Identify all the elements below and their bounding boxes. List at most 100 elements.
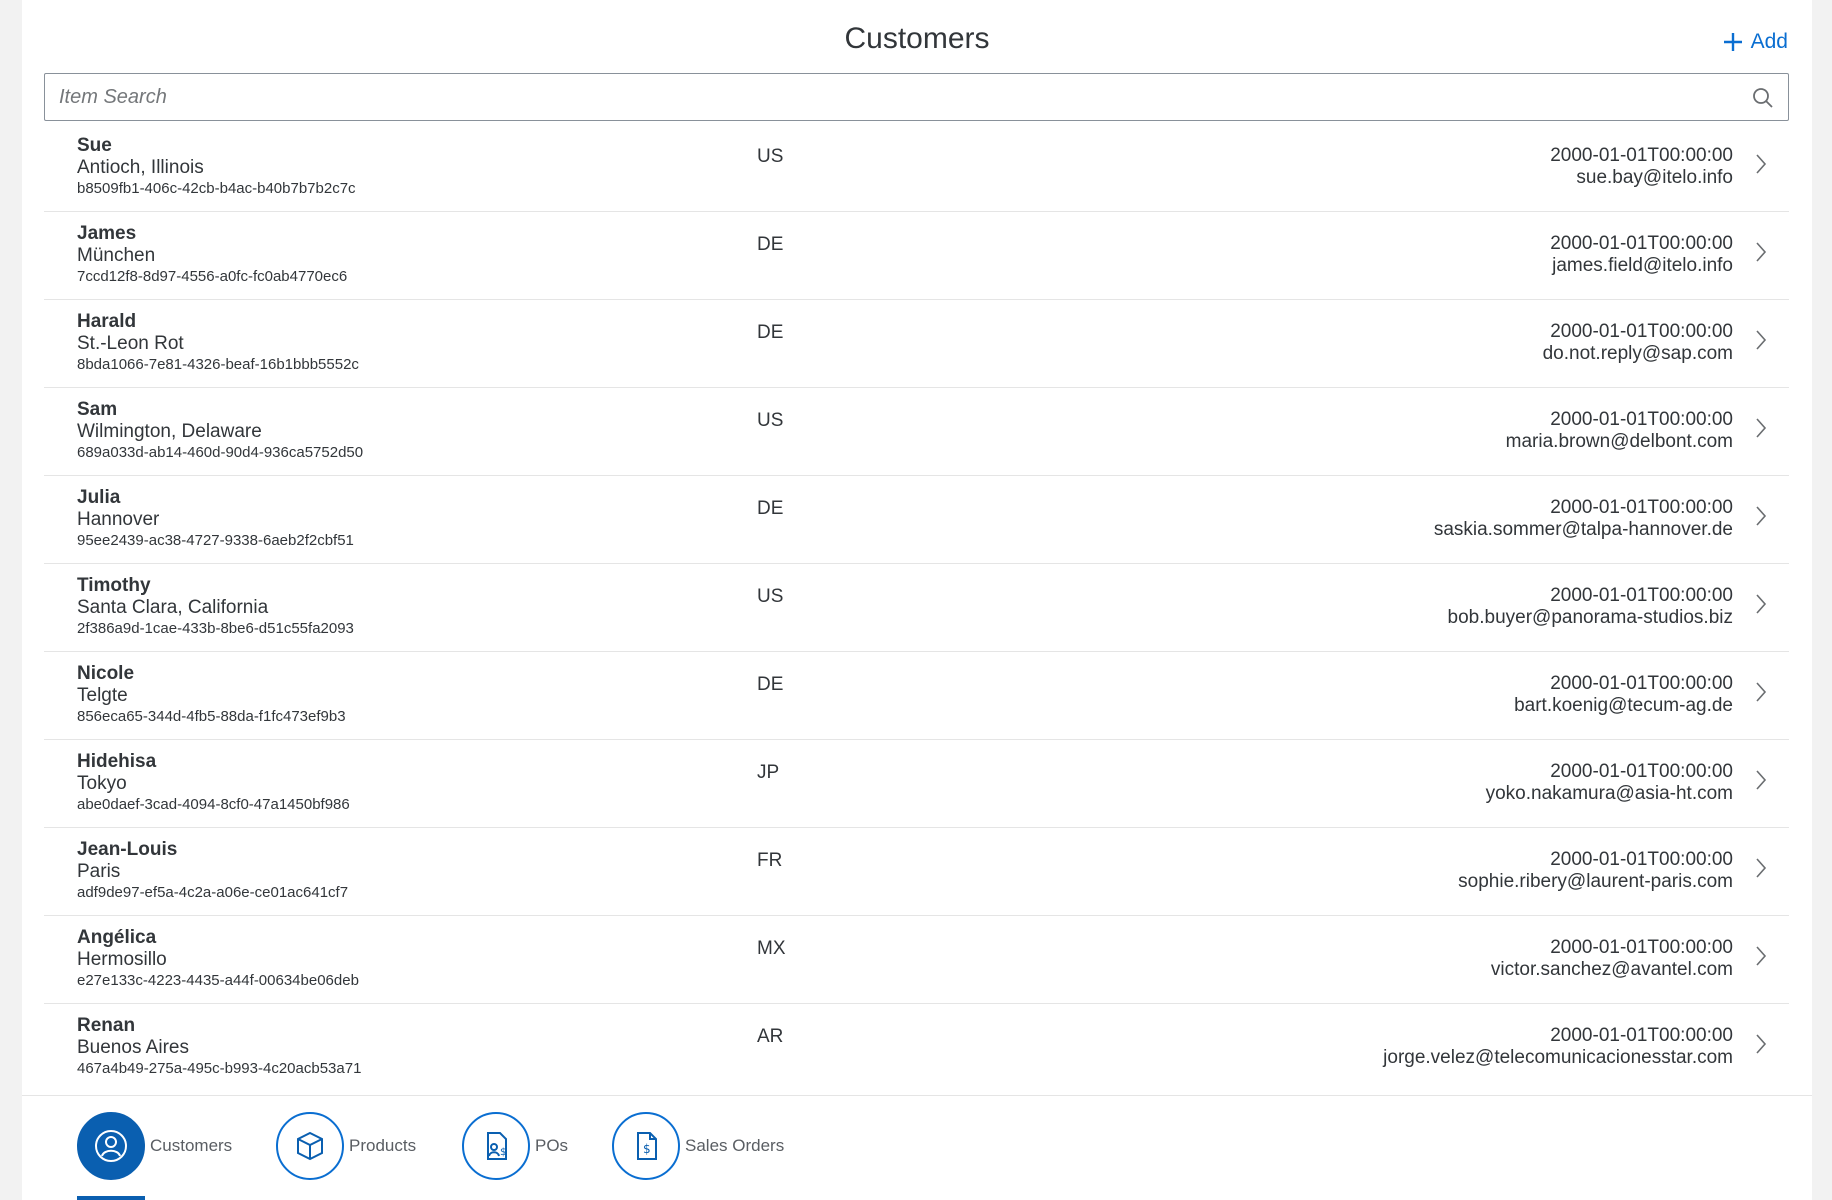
customer-country: DE (757, 674, 784, 695)
customer-date: 2000-01-01T00:00:00 (1550, 233, 1733, 254)
customer-email: bob.buyer@panorama-studios.biz (1447, 607, 1733, 628)
customer-date: 2000-01-01T00:00:00 (1550, 497, 1733, 518)
customer-name: Harald (77, 311, 137, 332)
tab-products[interactable]: Products (276, 1112, 416, 1180)
tab-label: Customers (150, 1136, 233, 1155)
customer-country: US (757, 586, 784, 607)
customer-date: 2000-01-01T00:00:00 (1550, 673, 1733, 694)
customer-date: 2000-01-01T00:00:00 (1550, 409, 1733, 430)
customer-name: Timothy (77, 575, 151, 596)
customer-email: sophie.ribery@laurent-paris.com (1458, 871, 1733, 892)
customer-id: 8bda1066-7e81-4326-beaf-16b1bbb5552c (77, 356, 359, 373)
customer-city: Antioch, Illinois (77, 157, 204, 178)
customer-email: saskia.sommer@talpa-hannover.de (1433, 519, 1733, 540)
customer-name: Julia (77, 487, 121, 508)
list-item[interactable]: Timothy Santa Clara, California 2f386a9d-1… (44, 564, 1789, 652)
list-item[interactable]: Harald St.-Leon Rot 8bda1066-7e81-4326-bea… (44, 300, 1789, 388)
sales-order-icon: $ (612, 1112, 680, 1180)
customer-country: MX (757, 938, 786, 959)
chevron-right-icon (1756, 418, 1767, 438)
customer-date: 2000-01-01T00:00:00 (1550, 849, 1733, 870)
customer-id: 7ccd12f8-8d97-4556-a0fc-fc0ab4770ec6 (77, 268, 348, 285)
active-tab-indicator (77, 1196, 145, 1200)
add-button[interactable]: Add (1723, 30, 1788, 54)
customer-date: 2000-01-01T00:00:00 (1550, 937, 1733, 958)
tab-sales-orders[interactable]: $ Sales Orders (612, 1112, 784, 1180)
customer-name: Jean-Louis (77, 839, 178, 860)
chevron-right-icon (1756, 858, 1767, 878)
customer-email: jorge.velez@telecomunicacionesstar.com (1383, 1047, 1733, 1068)
add-button-label: Add (1750, 30, 1788, 53)
list-item[interactable]: Sue Antioch, Illinois b8509fb1-406c-42cb-b… (44, 124, 1789, 212)
customer-country: AR (757, 1026, 784, 1047)
bottom-tab-bar: Customers Products $ POs $ Sales Orders (22, 1096, 1812, 1200)
customer-name: Nicole (77, 663, 135, 684)
svg-text:$: $ (500, 1147, 506, 1158)
chevron-right-icon (1756, 594, 1767, 614)
customer-id: b8509fb1-406c-42cb-b4ac-b40b7b7b2c7c (77, 180, 356, 197)
customer-email: maria.brown@delbont.com (1505, 431, 1733, 452)
customer-city: Santa Clara, California (77, 597, 269, 618)
customer-id: adf9de97-ef5a-4c2a-a06e-ce01ac641cf7 (77, 884, 349, 901)
list-item[interactable]: Angélica Hermosillo e27e133c-4223-4435-a44… (44, 916, 1789, 1004)
chevron-right-icon (1756, 946, 1767, 966)
tab-customers[interactable]: Customers (77, 1112, 232, 1180)
customer-city: München (77, 245, 156, 266)
tab-pos[interactable]: $ POs (462, 1112, 568, 1180)
list-item[interactable]: Julia Hannover 95ee2439-ac38-4727-9338-6ae… (44, 476, 1789, 564)
search-field[interactable] (44, 73, 1789, 121)
customer-country: DE (757, 322, 784, 343)
customer-name: Sam (77, 399, 118, 420)
customer-country: US (757, 410, 784, 431)
search-input[interactable] (45, 74, 1733, 120)
svg-text:$: $ (643, 1142, 651, 1156)
tab-label: Sales Orders (685, 1136, 785, 1155)
customer-city: Paris (77, 861, 121, 882)
list-item[interactable]: Hidehisa Tokyo abe0daef-3cad-4094-8cf0-47a… (44, 740, 1789, 828)
customer-id: 467a4b49-275a-495c-b993-4c20acb53a71 (77, 1060, 362, 1074)
chevron-right-icon (1756, 1034, 1767, 1054)
chevron-right-icon (1756, 242, 1767, 262)
customer-id: e27e133c-4223-4435-a44f-00634be06deb (77, 972, 359, 989)
customer-city: Hannover (77, 509, 160, 530)
customer-city: Wilmington, Delaware (77, 421, 262, 442)
customer-city: Hermosillo (77, 949, 167, 970)
chevron-right-icon (1756, 770, 1767, 790)
customer-email: yoko.nakamura@asia-ht.com (1485, 783, 1733, 804)
customer-country: FR (757, 850, 783, 871)
list-item[interactable]: Nicole Telgte 856eca65-344d-4fb5-88da-f1fc… (44, 652, 1789, 740)
list-item[interactable]: Sam Wilmington, Delaware 689a033d-ab14-460… (44, 388, 1789, 476)
customer-date: 2000-01-01T00:00:00 (1550, 321, 1733, 342)
customer-name: James (77, 223, 137, 244)
customer-name: Renan (77, 1015, 136, 1036)
page-title: Customers (844, 22, 990, 55)
customer-email: bart.koenig@tecum-ag.de (1514, 695, 1733, 716)
customer-icon (77, 1112, 145, 1180)
customer-country: DE (757, 498, 784, 519)
customer-name: Angélica (77, 927, 157, 948)
customer-country: US (757, 146, 784, 167)
list-item[interactable]: James München 7ccd12f8-8d97-4556-a0fc-fc0a… (44, 212, 1789, 300)
customer-id: 689a033d-ab14-460d-90d4-936ca5752d50 (77, 444, 364, 461)
customer-id: abe0daef-3cad-4094-8cf0-47a1450bf986 (77, 796, 350, 813)
customer-country: JP (757, 762, 780, 783)
customer-date: 2000-01-01T00:00:00 (1550, 1025, 1733, 1046)
list-item[interactable]: Renan Buenos Aires 467a4b49-275a-495c-b993… (44, 1004, 1789, 1074)
customer-email: victor.sanchez@avantel.com (1490, 959, 1733, 980)
tab-label: POs (535, 1136, 569, 1155)
search-icon[interactable] (1752, 87, 1774, 109)
customer-list: Sue Antioch, Illinois b8509fb1-406c-42cb-b… (44, 124, 1789, 1074)
customer-email: james.field@itelo.info (1552, 255, 1733, 276)
list-item[interactable]: Jean-Louis Paris adf9de97-ef5a-4c2a-a06e-c… (44, 828, 1789, 916)
chevron-right-icon (1756, 506, 1767, 526)
customer-country: DE (757, 234, 784, 255)
chevron-right-icon (1756, 154, 1767, 174)
customer-email: sue.bay@itelo.info (1576, 167, 1733, 188)
customer-id: 856eca65-344d-4fb5-88da-f1fc473ef9b3 (77, 708, 346, 725)
customer-id: 95ee2439-ac38-4727-9338-6aeb2f2cbf51 (77, 532, 354, 549)
customer-date: 2000-01-01T00:00:00 (1550, 761, 1733, 782)
customer-date: 2000-01-01T00:00:00 (1550, 145, 1733, 166)
customer-id: 2f386a9d-1cae-433b-8be6-d51c55fa2093 (77, 620, 354, 637)
page-header: Customers Add (22, 0, 1812, 84)
plus-icon (1723, 33, 1742, 51)
